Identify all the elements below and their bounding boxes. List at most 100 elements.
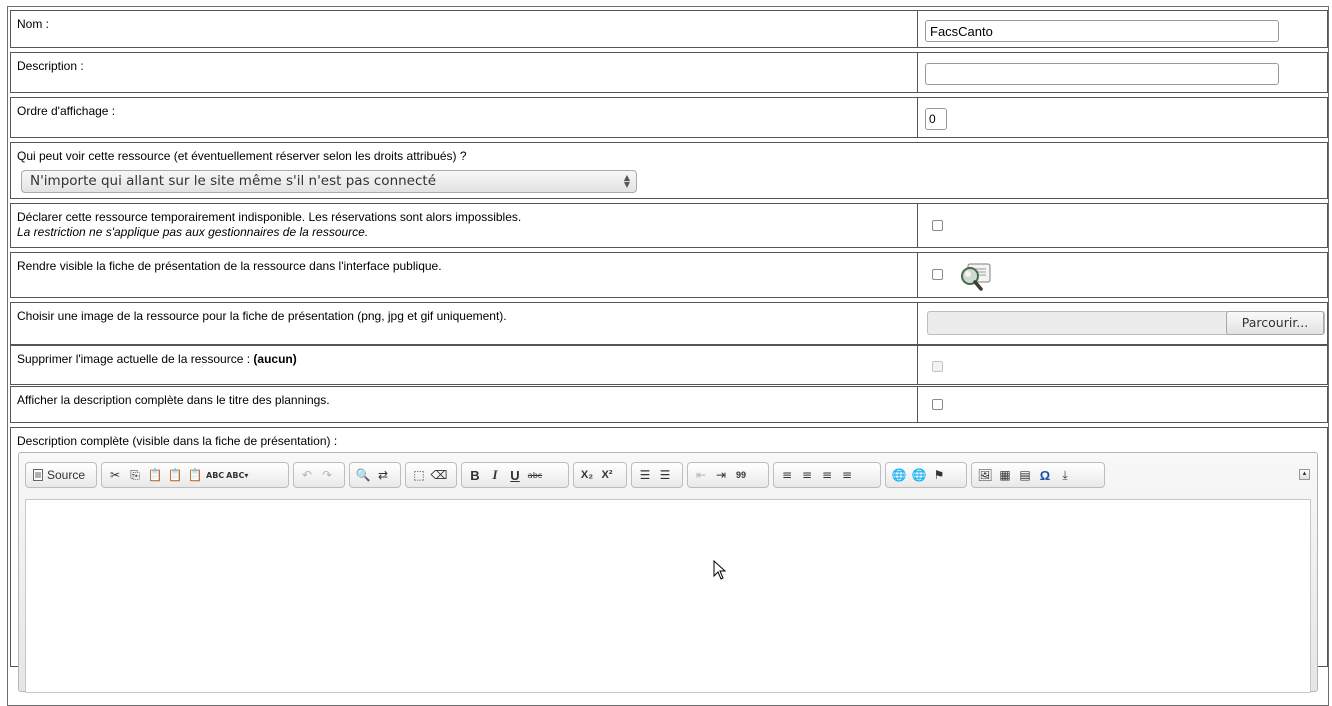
- row-visibility: Qui peut voir cette ressource (et éventu…: [10, 142, 1328, 199]
- row-delete-image: Supprimer l'image actuelle de la ressour…: [10, 345, 1328, 385]
- browse-button[interactable]: Parcourir...: [1226, 311, 1324, 335]
- outdent-icon[interactable]: ⇤: [692, 465, 710, 485]
- toolbar-group-lists: ☰ ☰: [631, 462, 683, 488]
- align-justify-icon[interactable]: ≡: [838, 465, 856, 485]
- delete-image-label-cell: Supprimer l'image actuelle de la ressour…: [11, 346, 918, 384]
- anchor-flag-icon[interactable]: ⚑: [930, 465, 948, 485]
- order-value-cell: 0: [918, 98, 1327, 137]
- description-label: Description :: [17, 59, 84, 73]
- public-sheet-label-cell: Rendre visible la fiche de présentation …: [11, 253, 918, 297]
- name-input[interactable]: FacsCanto: [925, 20, 1279, 42]
- subscript-button[interactable]: X₂: [578, 465, 596, 485]
- visibility-select[interactable]: N'importe qui allant sur le site même s'…: [21, 170, 637, 193]
- planning-title-label: Afficher la description complète dans le…: [17, 393, 330, 407]
- paste-text-icon[interactable]: 📋: [166, 465, 184, 485]
- superscript-button[interactable]: X²: [598, 465, 616, 485]
- find-icon[interactable]: 🔍: [354, 465, 372, 485]
- page-break-icon[interactable]: ⤓: [1056, 465, 1074, 485]
- name-value-cell: FacsCanto: [918, 11, 1327, 47]
- public-sheet-label: Rendre visible la fiche de présentation …: [17, 259, 442, 273]
- toolbar-group-basic-styles: B I U abc: [461, 462, 569, 488]
- underline-button[interactable]: U: [506, 465, 524, 485]
- spellcheck-dropdown-text: ABC: [226, 470, 245, 480]
- planning-title-label-cell: Afficher la description complète dans le…: [11, 387, 918, 422]
- editor-toolbar: Source ✂ ⎘ 📋 📋 📋 ABC ABC ▾ ↶ ↷ 🔍 ⇄ ⬚ ⌫ B…: [25, 462, 1311, 490]
- public-sheet-checkbox[interactable]: [932, 269, 943, 280]
- redo-icon[interactable]: ↷: [318, 465, 336, 485]
- row-unavailable: Déclarer cette ressource temporairement …: [10, 203, 1328, 248]
- bold-button[interactable]: B: [466, 465, 484, 485]
- delete-image-value-cell: [918, 346, 1327, 384]
- replace-icon[interactable]: ⇄: [374, 465, 392, 485]
- spellcheck-dropdown-icon[interactable]: ABC ▾: [226, 465, 248, 485]
- unavailable-label-cell: Déclarer cette ressource temporairement …: [11, 204, 918, 247]
- select-all-icon[interactable]: ⬚: [410, 465, 428, 485]
- image-file-input[interactable]: Parcourir...: [927, 311, 1325, 335]
- toolbar-group-source: Source: [25, 462, 97, 488]
- visibility-selected: N'importe qui allant sur le site même s'…: [30, 173, 437, 189]
- align-right-icon[interactable]: ≡: [818, 465, 836, 485]
- toolbar-group-script: X₂ X²: [573, 462, 627, 488]
- indent-icon[interactable]: ⇥: [712, 465, 730, 485]
- order-label-cell: Ordre d'affichage :: [11, 98, 918, 137]
- delete-image-label: Supprimer l'image actuelle de la ressour…: [17, 352, 251, 366]
- undo-icon[interactable]: ↶: [298, 465, 316, 485]
- table-icon[interactable]: ▦: [996, 465, 1014, 485]
- select-arrows-icon: ▲ ▼: [623, 173, 630, 189]
- order-label: Ordre d'affichage :: [17, 104, 116, 118]
- toolbar-group-undo: ↶ ↷: [293, 462, 345, 488]
- copy-icon[interactable]: ⎘: [126, 465, 144, 485]
- paste-word-icon[interactable]: 📋: [186, 465, 204, 485]
- remove-format-icon[interactable]: ⌫: [430, 465, 448, 485]
- row-description: Description :: [10, 52, 1328, 93]
- paste-icon[interactable]: 📋: [146, 465, 164, 485]
- name-label: Nom :: [17, 17, 50, 31]
- description-value-cell: [918, 53, 1327, 92]
- description-label-cell: Description :: [11, 53, 918, 92]
- source-button[interactable]: Source: [30, 465, 88, 485]
- editor-content-area[interactable]: [25, 499, 1311, 693]
- special-char-button[interactable]: Ω: [1036, 465, 1054, 485]
- description-input[interactable]: [925, 63, 1279, 85]
- spellcheck-text: ABC: [206, 470, 225, 480]
- italic-button[interactable]: I: [486, 465, 504, 485]
- toolbar-group-indent: ⇤ ⇥ 99: [687, 462, 769, 488]
- planning-title-value-cell: [918, 387, 1327, 422]
- toolbar-group-find: 🔍 ⇄: [349, 462, 401, 488]
- align-center-icon[interactable]: ≡: [798, 465, 816, 485]
- collapse-toolbar-icon[interactable]: ▲: [1299, 469, 1310, 480]
- planning-title-checkbox[interactable]: [932, 399, 943, 410]
- order-input[interactable]: 0: [925, 108, 947, 130]
- row-order: Ordre d'affichage : 0: [10, 97, 1328, 138]
- toolbar-group-insert: 🖼 ▦ ▤ Ω ⤓: [971, 462, 1105, 488]
- image-file-name: [928, 312, 1226, 334]
- image-label: Choisir une image de la ressource pour l…: [17, 309, 507, 323]
- name-label-cell: Nom :: [11, 11, 918, 47]
- image-icon[interactable]: 🖼: [976, 465, 994, 485]
- spellcheck-icon[interactable]: ABC: [206, 465, 224, 485]
- strike-button[interactable]: abc: [526, 465, 544, 485]
- horizontal-rule-icon[interactable]: ▤: [1016, 465, 1034, 485]
- delete-image-checkbox: [932, 361, 943, 372]
- row-full-description: Description complète (visible dans la fi…: [10, 427, 1328, 693]
- cut-icon[interactable]: ✂: [106, 465, 124, 485]
- source-icon: [33, 469, 43, 481]
- row-image: Choisir une image de la ressource pour l…: [10, 302, 1328, 345]
- unavailable-note: La restriction ne s'applique pas aux ges…: [17, 225, 369, 239]
- source-label: Source: [47, 468, 86, 482]
- blockquote-button[interactable]: 99: [732, 465, 750, 485]
- align-left-icon[interactable]: ≡: [778, 465, 796, 485]
- magnifier-preview-icon[interactable]: [959, 262, 993, 292]
- unavailable-checkbox[interactable]: [932, 220, 943, 231]
- numbered-list-icon[interactable]: ☰: [636, 465, 654, 485]
- image-value-cell: Parcourir...: [918, 303, 1327, 344]
- rich-text-editor: Source ✂ ⎘ 📋 📋 📋 ABC ABC ▾ ↶ ↷ 🔍 ⇄ ⬚ ⌫ B…: [18, 452, 1318, 693]
- toolbar-group-links: 🌐 🌐 ⚑: [885, 462, 967, 488]
- link-icon[interactable]: 🌐: [890, 465, 908, 485]
- unavailable-value-cell: [918, 204, 1327, 247]
- image-label-cell: Choisir une image de la ressource pour l…: [11, 303, 918, 344]
- public-sheet-value-cell: [918, 253, 1327, 297]
- bulleted-list-icon[interactable]: ☰: [656, 465, 674, 485]
- unlink-icon[interactable]: 🌐: [910, 465, 928, 485]
- mouse-pointer-icon: [713, 560, 727, 580]
